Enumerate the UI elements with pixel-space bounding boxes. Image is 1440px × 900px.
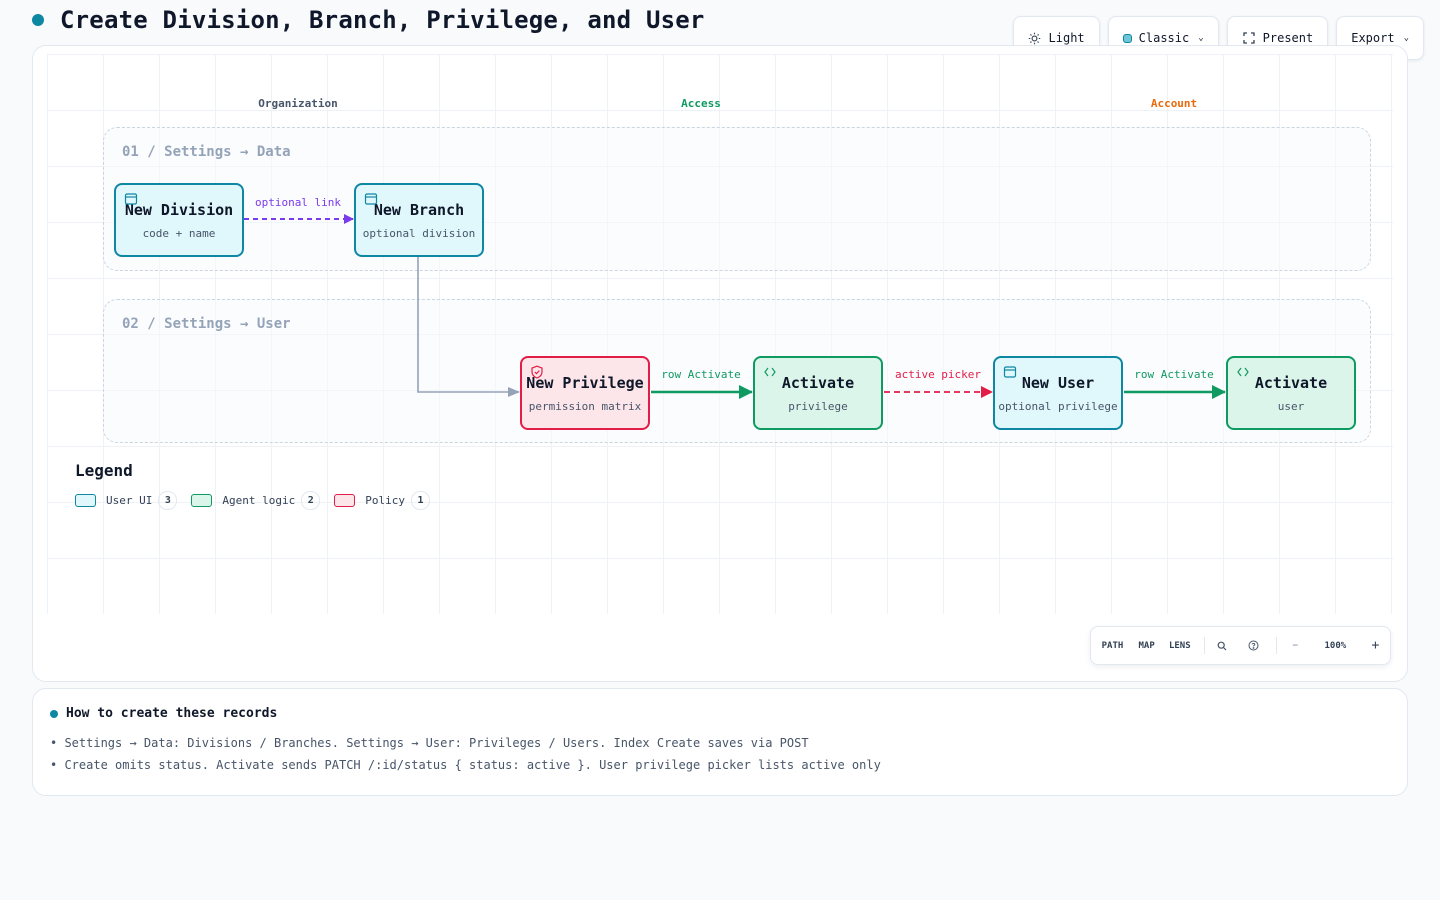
legend-count: 1 <box>410 491 430 510</box>
node-title: Activate <box>1254 373 1328 392</box>
legend: User UI 3 Agent logic 2 Policy 1 <box>75 491 430 510</box>
edge-label: optional link <box>254 196 342 209</box>
legend-item-policy[interactable]: Policy 1 <box>334 491 430 510</box>
node-new-user[interactable]: New User optional privilege <box>993 356 1123 430</box>
node-subtitle: user <box>1277 399 1305 413</box>
legend-label: User UI <box>106 494 153 507</box>
page-title: Create Division, Branch, Privilege, and … <box>60 6 705 34</box>
map-toggle[interactable]: MAP <box>1134 627 1159 664</box>
path-toggle[interactable]: PATH <box>1091 627 1134 664</box>
node-new-privilege[interactable]: New Privilege permission matrix <box>520 356 650 430</box>
node-activate-user[interactable]: Activate user <box>1226 356 1356 430</box>
legend-count: 2 <box>301 491 321 510</box>
notes-panel: How to create these records • Settings →… <box>32 688 1408 796</box>
code-icon <box>1237 367 1249 377</box>
legend-label: Agent logic <box>222 494 296 507</box>
chevron-down-icon: ⌄ <box>1403 33 1409 43</box>
chevron-down-icon: ⌄ <box>1198 33 1204 43</box>
help-icon[interactable] <box>1235 627 1272 664</box>
code-icon <box>764 367 776 377</box>
zoom-in-button[interactable]: + <box>1361 627 1390 664</box>
theme-swatch <box>1122 33 1132 43</box>
diagram-canvas[interactable]: Organization Access Account 01 / Setting… <box>32 45 1408 682</box>
notes-title: How to create these records <box>66 706 278 721</box>
notes-dot <box>50 709 58 718</box>
node-subtitle: permission matrix <box>528 399 642 413</box>
export-label: Export <box>1351 31 1395 45</box>
window-icon <box>124 193 138 205</box>
page-header: Create Division, Branch, Privilege, and … <box>32 6 705 34</box>
zoom-out-button[interactable]: − <box>1281 627 1310 664</box>
shield-icon <box>531 365 543 379</box>
node-new-division[interactable]: New Division code + name <box>114 183 244 257</box>
present-label: Present <box>1262 31 1314 45</box>
node-title: Activate <box>781 373 855 392</box>
search-icon[interactable] <box>1209 627 1234 664</box>
legend-item-agent-logic[interactable]: Agent logic 2 <box>191 491 321 510</box>
node-activate-privilege[interactable]: Activate privilege <box>753 356 883 430</box>
zoom-level: 100% <box>1324 640 1347 651</box>
node-subtitle: optional division <box>362 226 476 240</box>
window-icon <box>364 193 378 205</box>
legend-swatch <box>191 494 213 507</box>
light-mode-label: Light <box>1048 31 1085 45</box>
window-icon <box>1003 366 1017 378</box>
notes-line: • Settings → Data: Divisions / Branches.… <box>50 736 809 750</box>
legend-item-user-ui[interactable]: User UI 3 <box>75 491 178 510</box>
divider <box>1275 637 1277 654</box>
edge-label: row Activate <box>1134 368 1214 381</box>
node-title: New Division <box>124 200 234 219</box>
notes-header: How to create these records <box>50 706 277 721</box>
canvas-controls: PATH MAP LENS − 100% + <box>1090 626 1391 665</box>
edges-layer <box>244 214 1226 399</box>
legend-label: Policy <box>365 494 405 507</box>
theme-label: Classic <box>1138 31 1190 45</box>
sun-icon <box>1028 31 1042 45</box>
legend-swatch <box>334 494 356 507</box>
notes-line: • Create omits status. Activate sends PA… <box>50 758 881 772</box>
edge-branch-privilege <box>417 257 520 397</box>
node-subtitle: privilege <box>788 399 848 413</box>
edge-label: row Activate <box>661 368 741 381</box>
title-dot <box>32 14 44 26</box>
node-subtitle: optional privilege <box>998 399 1118 413</box>
node-title: New Branch <box>373 200 465 219</box>
legend-count: 3 <box>158 491 178 510</box>
lens-toggle[interactable]: LENS <box>1159 627 1200 664</box>
edge-label: active picker <box>894 368 982 381</box>
legend-title: Legend <box>75 461 133 480</box>
node-new-branch[interactable]: New Branch optional division <box>354 183 484 257</box>
fullscreen-icon <box>1242 31 1256 45</box>
node-title: New User <box>1021 373 1095 392</box>
legend-swatch <box>75 494 96 507</box>
node-subtitle: code + name <box>142 226 216 240</box>
divider <box>1204 637 1206 654</box>
